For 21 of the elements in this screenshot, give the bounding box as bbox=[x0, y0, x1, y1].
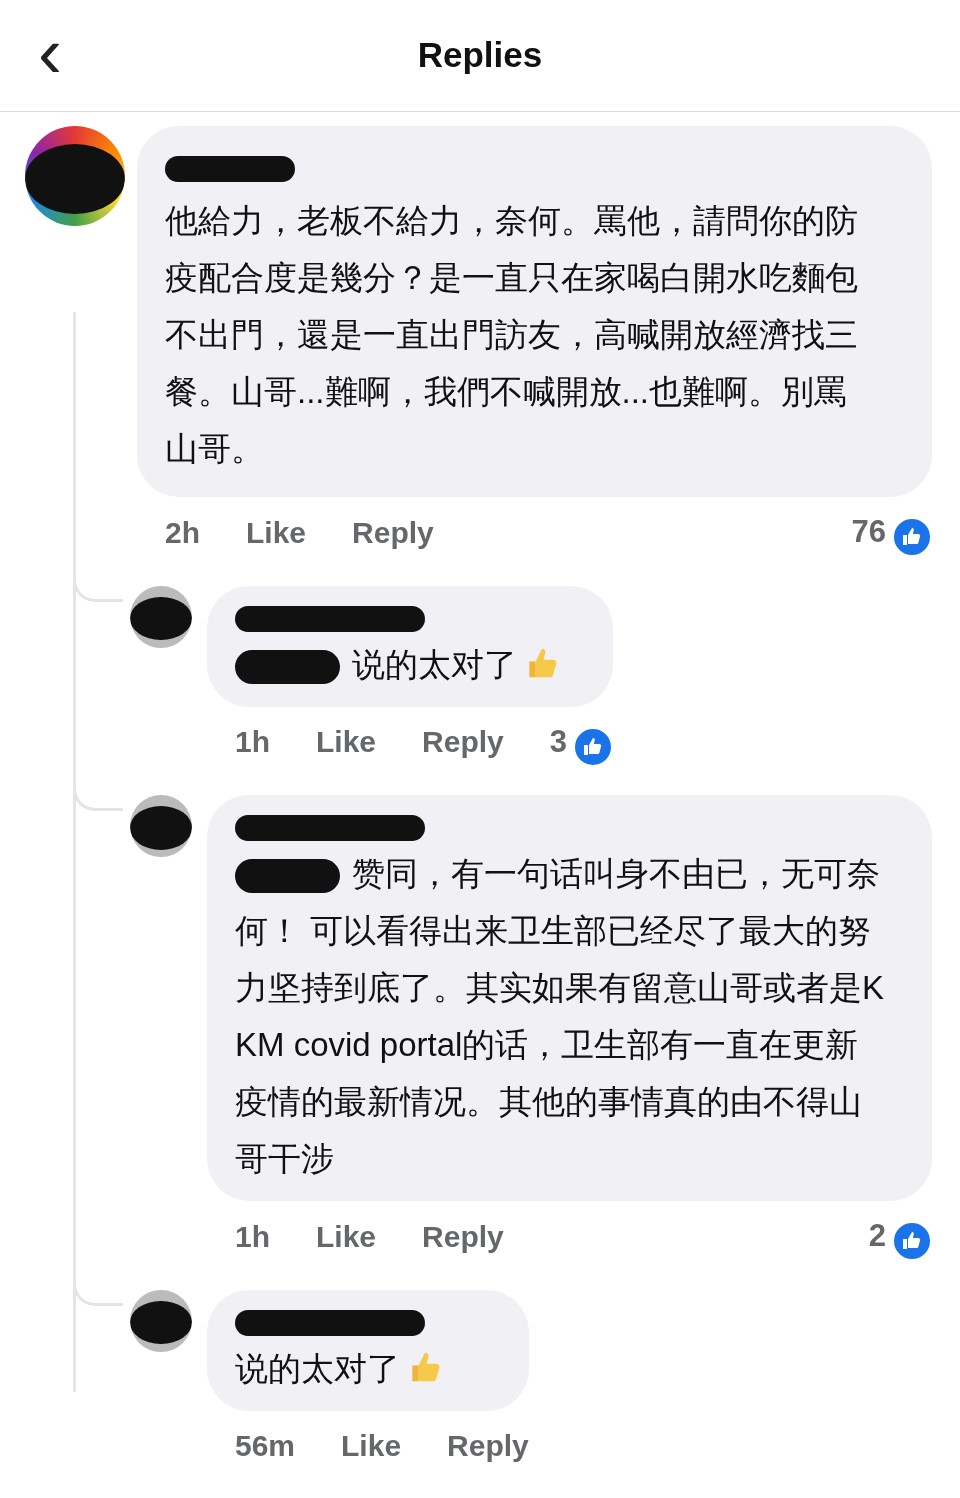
comment-time: 1h bbox=[235, 724, 270, 761]
reply-button[interactable]: Reply bbox=[447, 1422, 529, 1468]
like-button[interactable]: Like bbox=[316, 1213, 377, 1259]
comment-time: 1h bbox=[235, 1218, 270, 1255]
comment-time: 56m bbox=[235, 1427, 296, 1464]
comment-time: 2h bbox=[165, 514, 200, 551]
page-title: Replies bbox=[417, 34, 543, 77]
like-button[interactable]: Like bbox=[316, 719, 377, 765]
like-button[interactable]: Like bbox=[341, 1422, 402, 1468]
comment-text: 说的太对了 bbox=[352, 645, 517, 683]
comment-text: 他給力，老板不給力，奈何。罵他，請問你的防疫配合度是幾分？是一直只在家喝白開水吃麵包不出門，還是一直出門訪友，高喊開放經濟找三餐。山哥...難啊，我們不喊開放...也難啊。別罵山哥。 bbox=[165, 202, 858, 467]
reaction-count: 2 bbox=[868, 1217, 886, 1255]
reply-button[interactable]: Reply bbox=[352, 509, 434, 555]
comment-text: 说的太对了 bbox=[235, 1349, 400, 1387]
like-button[interactable]: Like bbox=[246, 509, 307, 555]
reaction-count: 76 bbox=[851, 513, 886, 551]
back-button[interactable]: ‹ bbox=[30, 22, 70, 82]
reply-button[interactable]: Reply bbox=[422, 1213, 504, 1259]
reply-button[interactable]: Reply bbox=[422, 719, 504, 765]
comment-text: 赞同，有一句话叫身不由已，无可奈何！ 可以看得出来卫生部已经尽了最大的努力坚持到底了。其实如果有留意山哥或者是KKM covid portal的话，卫生部有一直在更新疫情的最新情况。其他的事情真的由不得山哥干涉 bbox=[235, 855, 884, 1177]
reaction-count: 3 bbox=[549, 722, 567, 761]
